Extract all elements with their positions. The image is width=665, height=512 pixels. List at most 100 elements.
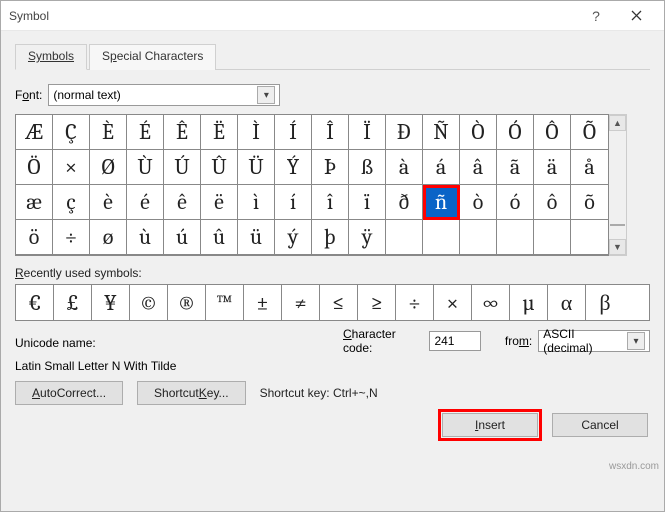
symbol-cell[interactable]: á — [423, 150, 460, 185]
symbol-cell[interactable]: ö — [16, 220, 53, 255]
recent-symbol-cell[interactable]: ® — [168, 285, 206, 320]
symbol-cell[interactable]: þ — [312, 220, 349, 255]
symbol-cell[interactable]: û — [201, 220, 238, 255]
symbol-cell[interactable]: ü — [238, 220, 275, 255]
symbol-cell[interactable]: Ô — [534, 115, 571, 150]
symbol-cell[interactable]: ò — [460, 185, 497, 220]
symbol-cell[interactable]: ó — [497, 185, 534, 220]
symbol-cell[interactable]: à — [386, 150, 423, 185]
symbol-cell[interactable]: Ï — [349, 115, 386, 150]
from-value: ASCII (decimal) — [543, 327, 627, 355]
recent-symbol-cell[interactable]: × — [434, 285, 472, 320]
symbol-cell[interactable]: ã — [497, 150, 534, 185]
autocorrect-button[interactable]: AutoCorrect... — [15, 381, 123, 405]
symbol-cell[interactable]: Ø — [90, 150, 127, 185]
recent-symbols-grid[interactable]: €£¥©®™±≠≤≥÷×∞µαβ — [15, 284, 650, 321]
symbol-cell[interactable]: î — [312, 185, 349, 220]
symbol-cell[interactable]: ø — [90, 220, 127, 255]
symbol-cell[interactable]: â — [460, 150, 497, 185]
symbol-cell[interactable]: ï — [349, 185, 386, 220]
recent-symbol-cell[interactable]: ™ — [206, 285, 244, 320]
recent-symbol-cell[interactable]: £ — [54, 285, 92, 320]
tab-special-characters[interactable]: Special Characters — [89, 44, 216, 70]
symbol-cell[interactable]: ç — [53, 185, 90, 220]
symbol-cell[interactable]: ù — [127, 220, 164, 255]
scroll-up-icon[interactable]: ▲ — [609, 115, 626, 131]
symbol-cell[interactable]: Ð — [386, 115, 423, 150]
symbol-cell[interactable]: ô — [534, 185, 571, 220]
symbol-cell[interactable]: ÿ — [349, 220, 386, 255]
symbol-cell[interactable]: ð — [386, 185, 423, 220]
chevron-down-icon: ▾ — [257, 86, 275, 104]
symbol-cell[interactable]: ê — [164, 185, 201, 220]
symbol-cell[interactable]: ì — [238, 185, 275, 220]
close-button[interactable] — [616, 2, 656, 30]
symbol-cell[interactable]: Ì — [238, 115, 275, 150]
symbol-cell[interactable]: Ù — [127, 150, 164, 185]
symbol-cell[interactable]: Î — [312, 115, 349, 150]
cancel-button[interactable]: Cancel — [552, 413, 648, 437]
symbol-cell[interactable]: Ç — [53, 115, 90, 150]
font-row: Font: (normal text) ▾ — [15, 84, 650, 106]
symbol-cell[interactable]: Ö — [16, 150, 53, 185]
charcode-input[interactable]: 241 — [429, 331, 480, 351]
symbol-cell[interactable]: í — [275, 185, 312, 220]
symbol-cell[interactable]: Ñ — [423, 115, 460, 150]
symbol-cell[interactable]: Ó — [497, 115, 534, 150]
symbol-cell[interactable]: Ë — [201, 115, 238, 150]
scrollbar[interactable]: ▲ ▼ — [609, 114, 627, 256]
shortcut-key-button[interactable]: Shortcut Key... — [137, 381, 246, 405]
symbol-cell[interactable]: è — [90, 185, 127, 220]
symbol-cell[interactable]: ñ — [423, 185, 460, 220]
scroll-down-icon[interactable]: ▼ — [609, 239, 626, 255]
symbol-cell[interactable]: É — [127, 115, 164, 150]
shortcut-info: Shortcut key: Ctrl+~,N — [260, 386, 378, 400]
tab-symbols[interactable]: Symbols — [15, 44, 87, 70]
symbol-cell[interactable]: æ — [16, 185, 53, 220]
symbol-cell[interactable]: é — [127, 185, 164, 220]
symbol-cell[interactable]: ä — [534, 150, 571, 185]
symbol-cell[interactable]: Ý — [275, 150, 312, 185]
symbol-cell[interactable]: õ — [571, 185, 608, 220]
symbol-cell[interactable]: Ü — [238, 150, 275, 185]
symbol-cell[interactable]: Ú — [164, 150, 201, 185]
recent-symbol-cell[interactable]: ≠ — [282, 285, 320, 320]
recent-symbol-cell[interactable]: € — [16, 285, 54, 320]
scrollbar-thumb[interactable] — [610, 224, 625, 226]
symbol-cell[interactable]: Þ — [312, 150, 349, 185]
symbol-cell[interactable]: ý — [275, 220, 312, 255]
help-button[interactable]: ? — [576, 2, 616, 30]
font-select[interactable]: (normal text) ▾ — [48, 84, 280, 106]
recent-symbol-cell[interactable]: µ — [510, 285, 548, 320]
recent-symbol-cell[interactable]: © — [130, 285, 168, 320]
recent-symbol-cell[interactable]: β — [586, 285, 624, 320]
symbol-cell[interactable]: Ò — [460, 115, 497, 150]
symbol-grid[interactable]: ÆÇÈÉÊËÌÍÎÏÐÑÒÓÔÕ Ö×ØÙÚÛÜÝÞßàáâãäå æçèéêëìí… — [15, 114, 609, 256]
symbol-cell[interactable]: Û — [201, 150, 238, 185]
symbol-cell[interactable]: å — [571, 150, 608, 185]
recent-symbol-cell[interactable]: ≥ — [358, 285, 396, 320]
symbols-panel: Font: (normal text) ▾ ÆÇÈÉÊËÌÍÎÏÐÑÒÓÔÕÖ×… — [15, 70, 650, 501]
symbol-cell[interactable]: ÷ — [53, 220, 90, 255]
recent-symbol-cell[interactable]: α — [548, 285, 586, 320]
recent-symbol-cell[interactable]: ÷ — [396, 285, 434, 320]
recent-symbol-cell[interactable]: ≤ — [320, 285, 358, 320]
recent-symbol-cell[interactable]: ¥ — [92, 285, 130, 320]
symbol-cell[interactable]: Í — [275, 115, 312, 150]
font-label: Font: — [15, 88, 42, 102]
symbol-cell[interactable]: ë — [201, 185, 238, 220]
symbol-cell[interactable]: È — [90, 115, 127, 150]
dialog-title: Symbol — [9, 9, 576, 23]
recent-symbol-cell[interactable]: ± — [244, 285, 282, 320]
symbol-cell[interactable]: ß — [349, 150, 386, 185]
insert-button[interactable]: Insert — [442, 413, 538, 437]
symbol-cell[interactable]: Õ — [571, 115, 608, 150]
from-label: from: — [505, 334, 532, 348]
symbol-cell[interactable]: Ê — [164, 115, 201, 150]
symbol-cell[interactable]: × — [53, 150, 90, 185]
from-select[interactable]: ASCII (decimal) ▾ — [538, 330, 650, 352]
symbol-cell[interactable]: Æ — [16, 115, 53, 150]
symbol-cell[interactable]: ú — [164, 220, 201, 255]
tab-special-label: Special Characters — [102, 49, 203, 63]
recent-symbol-cell[interactable]: ∞ — [472, 285, 510, 320]
